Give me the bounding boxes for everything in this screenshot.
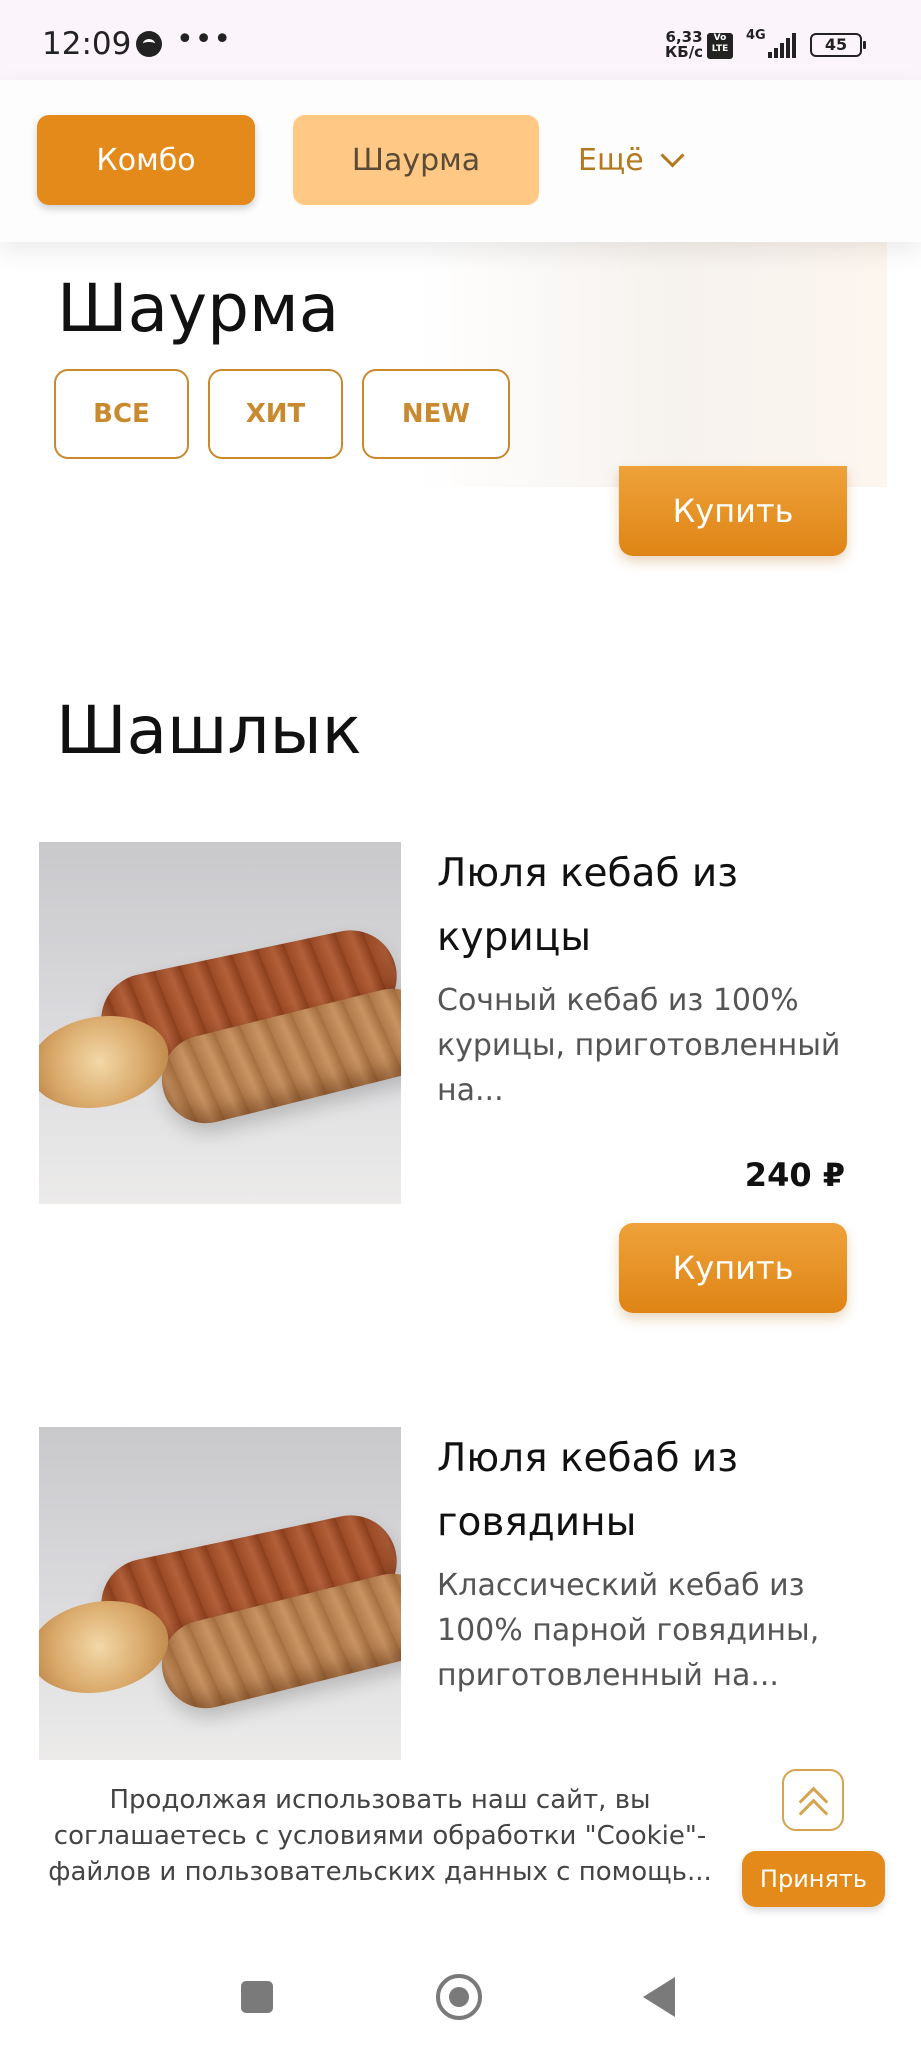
back-icon[interactable] [643,1977,675,2017]
messenger-notification-icon [136,31,162,57]
category-tab-shawarma[interactable]: Шаурма [293,115,539,205]
product-price: 240 ₽ [744,1156,845,1194]
battery-icon: 45 [810,33,866,57]
filter-hit-button[interactable]: ХИТ [208,369,343,459]
more-label: Ещё [578,142,644,178]
product-description: Сочный кебаб из 100% курицы, приготовлен… [437,983,841,1108]
recent-apps-icon[interactable] [241,1981,273,2013]
scroll-to-top-button[interactable] [782,1769,844,1831]
category-tab-combo[interactable]: Комбо [37,115,255,205]
product-image[interactable] [39,1427,401,1760]
filter-all-button[interactable]: ВСЕ [54,369,189,459]
signal-strength-icon [768,32,796,58]
shashlik-section-title: Шашлык [56,692,362,769]
home-icon[interactable] [436,1974,482,2020]
more-notifications-icon: ••• [176,22,233,57]
network-type-label: 4G [746,28,766,43]
status-bar: 12:09 ••• 6,33 КБ/с Vo LTE 4G 45 [0,0,921,80]
cookie-banner-text: Продолжая использовать наш сайт, вы согл… [48,1785,712,1887]
volte-icon: Vo LTE [707,33,733,59]
network-speed-unit: КБ/с [665,43,704,61]
filter-new-button[interactable]: NEW [362,369,510,459]
status-time: 12:09 [42,26,132,62]
network-speed: 6,33 КБ/с [665,30,703,60]
category-more-dropdown[interactable]: Ещё [578,115,718,205]
product-description: Классический кебаб из 100% парной говяди… [437,1568,820,1693]
product-image[interactable] [39,842,401,1204]
shawarma-section-title: Шаурма [57,270,340,347]
product-name[interactable]: Люля кебаб из курицы [437,842,877,970]
buy-button[interactable]: Купить [619,1223,847,1313]
cookie-accept-button[interactable]: Принять [742,1851,885,1907]
category-nav: Комбо Шаурма Ещё [0,80,921,242]
product-name[interactable]: Люля кебаб из говядины [437,1427,877,1555]
chevron-down-icon [660,142,685,168]
buy-button[interactable]: Купить [619,466,847,556]
